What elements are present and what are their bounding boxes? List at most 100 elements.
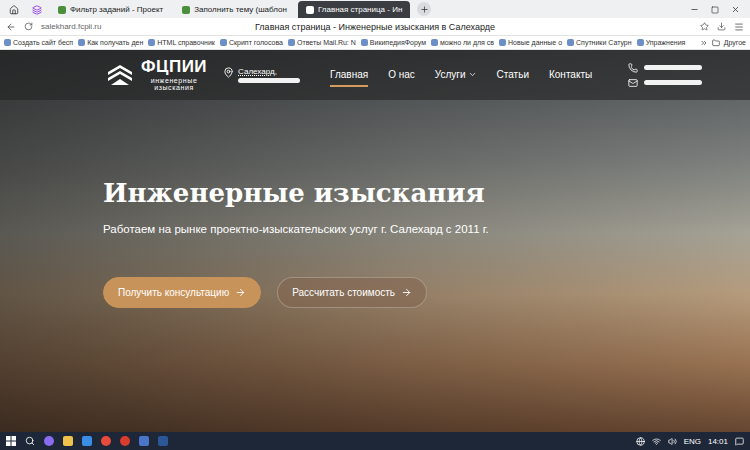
favicon-icon <box>78 39 85 46</box>
bookmark-item[interactable]: Создать сайт бесп <box>4 39 73 46</box>
logo-tagline: изыскания <box>154 84 194 91</box>
hero-subtitle: Работаем на рынке проектно-изыскательски… <box>103 223 489 235</box>
favicon-icon <box>499 39 506 46</box>
redacted-phone <box>644 65 702 70</box>
notifications-icon[interactable] <box>735 437 744 446</box>
close-icon[interactable] <box>731 5 740 14</box>
favicon-icon <box>58 6 66 14</box>
favicon-icon <box>182 6 190 14</box>
bookmark-item[interactable]: можно ли для св <box>431 39 494 46</box>
home-icon <box>9 5 19 15</box>
store-icon[interactable] <box>82 436 92 446</box>
tab-strip: Фильтр заданий - ПроектЗаполнить тему (ш… <box>0 0 750 18</box>
bookmark-item[interactable]: Спутники Сатурн <box>567 39 632 46</box>
vk-icon[interactable] <box>139 436 149 446</box>
browser-tab[interactable]: Фильтр заданий - Проект <box>50 1 171 18</box>
page-title: Главная страница - Инженерные изыскания … <box>255 22 495 32</box>
minimize-icon[interactable] <box>690 5 699 14</box>
map-pin-icon <box>223 67 234 78</box>
email-row[interactable] <box>628 78 702 88</box>
bookmark-item[interactable]: Как получать ден <box>78 39 143 46</box>
favicon-icon <box>431 39 438 46</box>
app-icon <box>32 5 42 15</box>
folder-icon <box>712 39 720 47</box>
nav-item[interactable]: О нас <box>388 63 415 87</box>
other-bookmarks[interactable]: Другое <box>700 39 746 47</box>
volume-icon[interactable] <box>668 437 677 446</box>
window-controls <box>690 1 746 18</box>
system-tray: ENG 14:01 <box>636 437 744 446</box>
favicon-icon <box>637 39 644 46</box>
bookmark-icon[interactable] <box>700 22 709 31</box>
pinned-tab[interactable] <box>4 1 24 18</box>
location-city[interactable]: Салехард, <box>238 67 300 76</box>
windows-icon[interactable] <box>6 436 16 446</box>
browser-tab[interactable]: Заполнить тему (шаблон <box>174 1 295 18</box>
screen: Фильтр заданий - ПроектЗаполнить тему (ш… <box>0 0 750 450</box>
phone-icon <box>628 63 638 73</box>
nav-item[interactable]: Контакты <box>549 63 592 87</box>
favicon-icon <box>306 6 314 14</box>
site-nav: Главная О нас Услуги Статьи Контакты <box>330 63 592 87</box>
bookmark-item[interactable]: ВикипедияФорум <box>361 39 426 46</box>
site-logo[interactable]: ФЦПИИинженерныеизыскания <box>105 58 207 91</box>
menu-icon[interactable] <box>734 22 744 32</box>
yandex-icon[interactable] <box>101 436 111 446</box>
plus-icon <box>420 5 429 14</box>
favicon-icon <box>567 39 574 46</box>
word-icon[interactable] <box>158 436 168 446</box>
maximize-icon[interactable] <box>711 6 719 14</box>
folder-icon[interactable] <box>63 436 73 446</box>
favicon-icon <box>4 39 11 46</box>
favicon-icon <box>220 39 227 46</box>
bookmark-item[interactable]: Новые данные о <box>499 39 562 46</box>
taskbar: ENG 14:01 <box>0 432 750 450</box>
favicon-icon <box>361 39 368 46</box>
browser-tab[interactable]: Главная страница - Ин <box>298 1 410 18</box>
logo-icon <box>105 63 135 87</box>
reload-icon[interactable] <box>24 22 33 31</box>
redacted-address <box>238 78 300 83</box>
hero-button[interactable]: Получить консультацию <box>103 277 261 308</box>
hero-photo: ФЦПИИинженерныеизыскания Салехард, Главная… <box>0 50 750 432</box>
logo-name: ФЦПИИ <box>141 58 207 77</box>
bookmark-item[interactable]: HTML справочник <box>148 39 215 46</box>
favicon-icon <box>148 39 155 46</box>
contacts <box>628 63 702 88</box>
site-header: ФЦПИИинженерныеизыскания Салехард, Главная… <box>0 50 750 100</box>
mail-icon <box>628 78 638 88</box>
bookmarks-bar: Создать сайт бесп Как получать ден HTML сп… <box>0 36 750 50</box>
phone-row[interactable] <box>628 63 702 73</box>
clock[interactable]: 14:01 <box>708 437 728 446</box>
favicon-icon <box>288 39 295 46</box>
download-icon[interactable] <box>717 22 726 31</box>
language-indicator[interactable]: ENG <box>684 437 701 446</box>
pinned-tab[interactable] <box>27 1 47 18</box>
hero-title: Инженерные изыскания <box>103 178 485 209</box>
location[interactable]: Салехард, <box>223 67 300 83</box>
logo-tagline: инженерные <box>151 77 198 84</box>
hero-content: Инженерные изыскания Работаем на рынке пр… <box>0 100 750 308</box>
wifi-icon[interactable] <box>652 437 661 446</box>
bookmark-item[interactable]: Ответы Mail.Ru: N <box>288 39 356 46</box>
network-icon[interactable] <box>636 437 645 446</box>
cortana-icon[interactable] <box>44 436 54 446</box>
nav-item[interactable]: Главная <box>330 63 368 87</box>
nav-item[interactable]: Статьи <box>497 63 529 87</box>
address-bar: salekhard.fcpii.ru Главная страница - Инж… <box>0 18 750 36</box>
url-field[interactable]: salekhard.fcpii.ru <box>41 22 101 31</box>
bookmark-item[interactable]: Скрипт голосова <box>220 39 283 46</box>
chevron-down-icon <box>468 70 477 79</box>
redacted-email <box>644 80 702 85</box>
hero-buttons: Получить консультацию Рассчитать стоимост… <box>103 277 427 308</box>
search-icon[interactable] <box>25 436 35 446</box>
nav-item[interactable]: Услуги <box>435 63 477 87</box>
hero-button[interactable]: Рассчитать стоимость <box>277 277 427 308</box>
back-icon[interactable] <box>6 22 16 32</box>
new-tab-button[interactable] <box>417 2 431 16</box>
arrow-right-icon <box>401 287 412 298</box>
opera-icon[interactable] <box>120 436 130 446</box>
bookmark-item[interactable]: Упражнения <box>637 39 686 46</box>
arrow-right-icon <box>235 287 246 298</box>
chevrons-icon[interactable] <box>700 39 708 47</box>
